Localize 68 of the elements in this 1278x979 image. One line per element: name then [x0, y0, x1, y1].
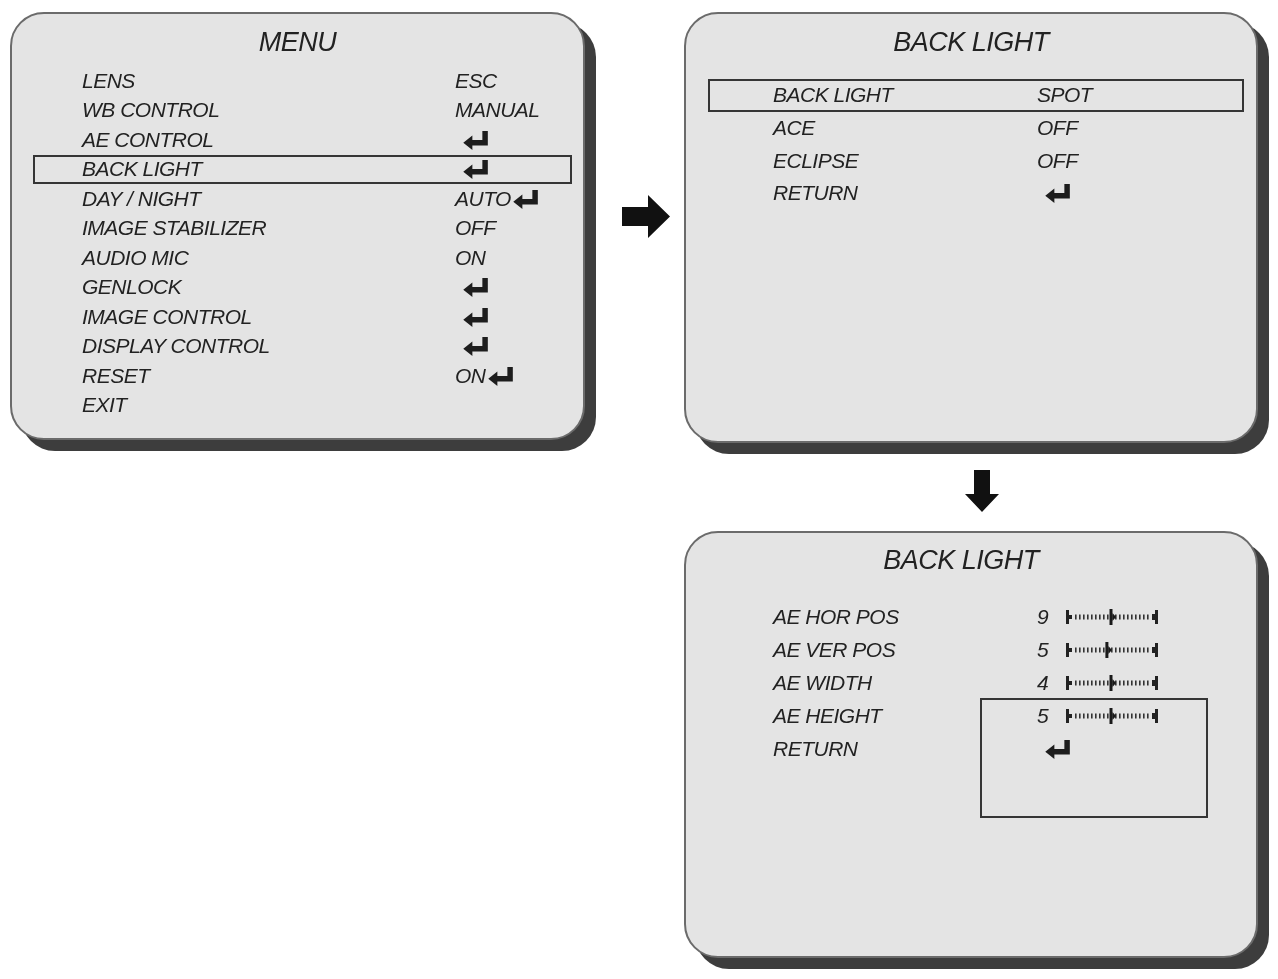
menu-item-value: AUTO: [455, 186, 511, 211]
menu-row[interactable]: GENLOCK: [33, 272, 572, 302]
menu-item-label: BACK LIGHT: [82, 157, 202, 182]
menu-item-label: GENLOCK: [82, 275, 182, 300]
menu-item-value: 9: [1037, 604, 1049, 629]
menu-item-label: DAY / NIGHT: [82, 186, 201, 211]
menu-item-label: AE CONTROL: [82, 127, 214, 152]
menu-item-label: WB CONTROL: [82, 98, 220, 123]
slider-thumb[interactable]: [1109, 707, 1117, 724]
panel-title: BACK LIGHT: [893, 26, 1049, 58]
menu-item-label: AUDIO MIC: [82, 245, 189, 270]
menu-item-value: ESC: [455, 68, 497, 93]
menu-row[interactable]: DISPLAY CONTROL: [33, 331, 572, 361]
menu-item-label: DISPLAY CONTROL: [82, 334, 270, 359]
menu-item-value: ON: [455, 363, 486, 388]
menu-row[interactable]: AE HEIGHT 5: [708, 699, 1244, 732]
menu-item-label: IMAGE STABILIZER: [82, 216, 267, 241]
menu-row[interactable]: IMAGE STABILIZER OFF: [33, 213, 572, 243]
menu-row[interactable]: ACE OFF: [708, 111, 1244, 145]
menu-row[interactable]: LENS ESC: [33, 66, 572, 96]
menu-item-value: OFF: [1037, 116, 1078, 141]
menu-row[interactable]: AE CONTROL: [33, 125, 572, 155]
menu-item-label: ECLIPSE: [773, 148, 859, 173]
menu-item-value: ON: [455, 245, 486, 270]
menu-item-label: RETURN: [773, 181, 858, 206]
menu-item-value: 5: [1037, 637, 1049, 662]
menu-item-value: SPOT: [1037, 83, 1093, 108]
slider-track[interactable]: [1066, 706, 1159, 725]
menu-item-label: RETURN: [773, 736, 858, 761]
menu-item-value: 5: [1037, 703, 1049, 728]
menu-row[interactable]: EXIT: [33, 390, 572, 420]
slider-track[interactable]: [1066, 673, 1159, 692]
slider-track[interactable]: [1066, 607, 1159, 626]
menu-item-label: EXIT: [82, 393, 127, 418]
menu-item-value: 4: [1037, 670, 1049, 695]
menu-item-value: OFF: [455, 216, 496, 241]
menu-row[interactable]: AE WIDTH 4: [708, 666, 1244, 699]
menu-item-label: IMAGE CONTROL: [82, 304, 252, 329]
menu-row[interactable]: BACK LIGHT SPOT: [708, 79, 1244, 112]
slider-thumb[interactable]: [1109, 674, 1117, 691]
menu-row[interactable]: DAY / NIGHT AUTO: [33, 184, 572, 214]
menu-row[interactable]: RETURN: [708, 732, 1244, 765]
menu-row[interactable]: RESET ON: [33, 361, 572, 391]
menu-row[interactable]: IMAGE CONTROL: [33, 302, 572, 332]
right-arrow-icon: [622, 195, 670, 238]
slider-thumb[interactable]: [1105, 641, 1113, 658]
menu-row[interactable]: AUDIO MIC ON: [33, 243, 572, 273]
slider-track[interactable]: [1066, 640, 1159, 659]
menu-item-label: ACE: [773, 116, 815, 141]
menu-item-label: AE WIDTH: [773, 670, 872, 695]
menu-row[interactable]: WB CONTROL MANUAL: [33, 95, 572, 125]
panel-title: MENU: [258, 26, 337, 58]
menu-item-label: AE HOR POS: [773, 604, 899, 629]
menu-item-label: BACK LIGHT: [773, 83, 893, 108]
menu-item-value: OFF: [1037, 148, 1078, 173]
menu-row[interactable]: AE VER POS 5: [708, 633, 1244, 666]
menu-row[interactable]: BACK LIGHT: [33, 154, 572, 184]
menu-item-label: RESET: [82, 363, 150, 388]
menu-item-label: AE VER POS: [773, 637, 896, 662]
panel-title: BACK LIGHT: [883, 544, 1039, 576]
menu-item-label: AE HEIGHT: [773, 703, 882, 728]
menu-row[interactable]: AE HOR POS 9: [708, 600, 1244, 633]
slider-thumb[interactable]: [1109, 608, 1117, 625]
menu-item-label: LENS: [82, 68, 135, 93]
down-arrow-icon: [965, 470, 999, 512]
menu-row[interactable]: RETURN: [708, 177, 1244, 210]
menu-item-value: MANUAL: [455, 98, 540, 123]
menu-row[interactable]: ECLIPSE OFF: [708, 144, 1244, 178]
